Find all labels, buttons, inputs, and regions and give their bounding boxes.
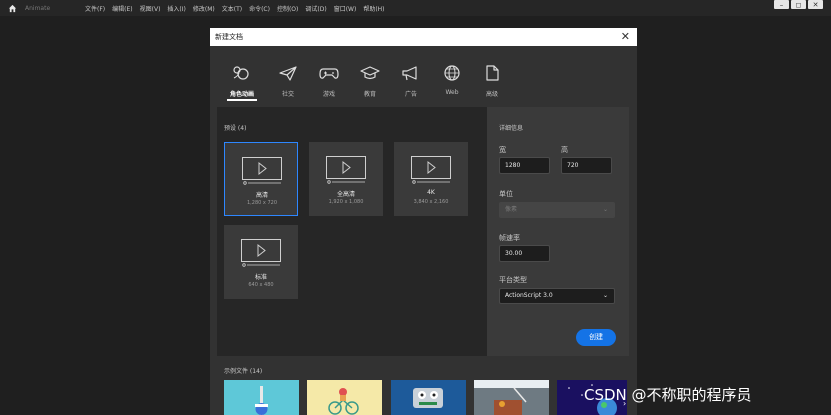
example-thumb-2[interactable] <box>307 380 382 415</box>
width-label: 宽 <box>499 146 506 154</box>
example-thumb-4[interactable] <box>474 380 549 415</box>
video-preset-icon <box>241 239 281 267</box>
frame-rate-input[interactable]: 30.00 <box>499 245 550 262</box>
menu-text[interactable]: 文本(T) <box>222 4 242 13</box>
frame-rate-label: 帧速率 <box>499 234 520 242</box>
preset-dimensions: 1,920 x 1,080 <box>328 199 364 205</box>
menu-control[interactable]: 控制(O) <box>277 4 298 13</box>
home-icon[interactable] <box>5 1 19 15</box>
main-menu: 文件(F) 编辑(E) 视图(V) 插入(I) 修改(M) 文本(T) 命令(C… <box>85 4 392 13</box>
watermark: CSDN @不称职的程序员 <box>584 386 752 404</box>
maximize-button[interactable]: ◻ <box>791 0 806 9</box>
menu-help[interactable]: 帮助(H) <box>363 4 384 13</box>
preset-card-standard[interactable]: 标准 640 x 480 <box>224 225 298 299</box>
example-thumb-3[interactable] <box>391 380 466 415</box>
height-label: 高 <box>561 146 568 154</box>
preset-name: 4K <box>427 189 435 196</box>
preset-card-hd[interactable]: 高清 1,280 x 720 <box>224 142 298 216</box>
minimize-button[interactable]: – <box>774 0 789 9</box>
preset-name: 高清 <box>255 192 268 199</box>
example-preview-image <box>474 380 549 415</box>
details-panel: 详细信息 宽 1280 高 720 单位 像素 ⌄ 帧速率 30.00 平台类型… <box>487 107 629 356</box>
unit-label: 单位 <box>499 190 513 198</box>
example-preview-image <box>224 380 299 415</box>
menu-edit[interactable]: 编辑(E) <box>112 4 132 13</box>
example-preview-image <box>307 380 382 415</box>
menu-file[interactable]: 文件(F) <box>85 4 105 13</box>
gamepad-icon <box>319 68 339 79</box>
video-preset-icon <box>326 156 366 184</box>
video-preset-icon <box>411 156 451 184</box>
presets-panel: 预设 (4) 高清 1,280 x 720 全高清 1,920 x 1,080 <box>217 107 487 356</box>
new-document-dialog: 新建文档 ✕ 角色动画 社交 游戏 教育 广告 Web 高级 预设 (4) 高清… <box>210 28 637 415</box>
create-button[interactable]: 创建 <box>576 329 616 346</box>
platform-label: 平台类型 <box>499 276 527 284</box>
tab-label: 广告 <box>404 91 417 98</box>
details-title: 详细信息 <box>499 125 524 132</box>
menu-debug[interactable]: 调试(D) <box>305 4 326 13</box>
example-thumb-1[interactable] <box>224 380 299 415</box>
menu-view[interactable]: 视图(V) <box>140 4 161 13</box>
tab-label: 教育 <box>363 91 376 98</box>
preset-dimensions: 640 x 480 <box>248 282 274 288</box>
character-animation-icon <box>233 66 249 80</box>
tab-label: 高级 <box>485 91 498 98</box>
width-input[interactable]: 1280 <box>499 157 550 174</box>
examples-title: 示例文件 (14) <box>224 368 263 375</box>
presets-title: 预设 (4) <box>224 125 247 132</box>
chevron-down-icon: ⌄ <box>602 206 608 213</box>
megaphone-icon <box>402 66 417 81</box>
document-icon <box>486 65 499 81</box>
unit-select: 像素 ⌄ <box>499 202 615 218</box>
platform-value: ActionScript 3.0 <box>505 292 553 299</box>
tab-label: 角色动画 <box>229 91 254 98</box>
unit-value: 像素 <box>505 206 518 213</box>
dialog-title: 新建文档 <box>215 33 243 41</box>
menu-insert[interactable]: 插入(I) <box>167 4 185 13</box>
preset-dimensions: 3,840 x 2,160 <box>413 199 449 205</box>
video-preset-icon <box>242 157 282 185</box>
preset-card-4k[interactable]: 4K 3,840 x 2,160 <box>394 142 468 216</box>
globe-icon <box>444 65 460 81</box>
preset-dimensions: 1,280 x 720 <box>247 200 277 206</box>
app-name: Animate <box>25 4 51 12</box>
close-window-button[interactable]: ✕ <box>808 0 823 9</box>
preset-name: 标准 <box>254 274 267 281</box>
tab-label: 游戏 <box>322 91 335 98</box>
menu-modify[interactable]: 修改(M) <box>193 4 215 13</box>
example-preview-image <box>391 380 466 415</box>
platform-select[interactable]: ActionScript 3.0 ⌄ <box>499 288 615 304</box>
tab-label: Web <box>445 89 459 96</box>
tab-label: 社交 <box>281 91 294 98</box>
preset-card-full-hd[interactable]: 全高清 1,920 x 1,080 <box>309 142 383 216</box>
chevron-down-icon: ⌄ <box>602 292 608 299</box>
menu-window[interactable]: 窗口(W) <box>334 4 357 13</box>
graduation-cap-icon <box>360 66 380 80</box>
preset-name: 全高清 <box>336 191 355 198</box>
close-icon[interactable]: ✕ <box>621 31 630 42</box>
height-input[interactable]: 720 <box>561 157 612 174</box>
menu-bar: Animate 文件(F) 编辑(E) 视图(V) 插入(I) 修改(M) 文本… <box>0 0 831 16</box>
active-tab-underline <box>227 99 257 101</box>
menu-commands[interactable]: 命令(C) <box>249 4 270 13</box>
window-controls: – ◻ ✕ <box>772 0 823 9</box>
paper-plane-icon <box>279 66 297 81</box>
dialog-titlebar: 新建文档 ✕ <box>210 28 637 46</box>
